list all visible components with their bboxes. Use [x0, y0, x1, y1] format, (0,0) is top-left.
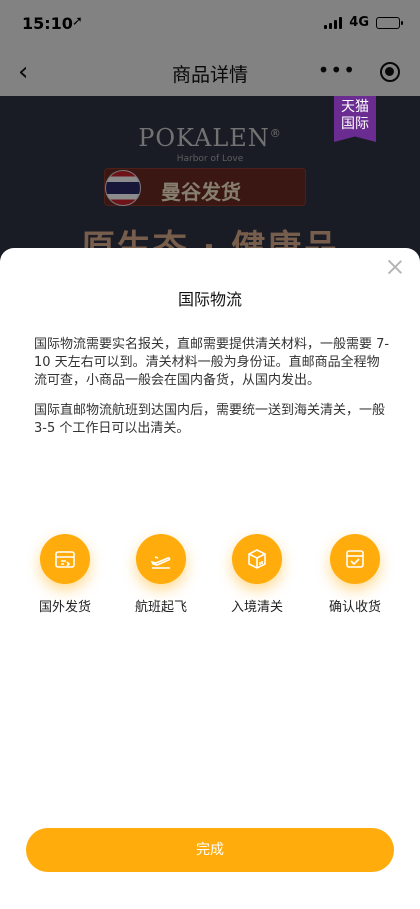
shipping-box-icon [40, 534, 90, 584]
tmall-global-badge: 天猫 国际 [334, 96, 376, 142]
sheet-title: 国际物流 [177, 290, 242, 309]
logistics-description: 国际物流需要实名报关，直邮需要提供清关材料，一般需要 7-10 天左右可以到。清… [34, 337, 390, 388]
step-overseas-shipping: 国外发货 [20, 534, 110, 615]
logistics-steps: 国外发货 航班起飞 入境清关 确认收货 [0, 534, 420, 624]
receive-box-icon [330, 534, 380, 584]
customs-description: 国际直邮物流航班到达国内后，需要统一送到海关清关，一般 3-5 个工作日可以出清… [34, 403, 386, 436]
step-customs-clearance: 入境清关 [212, 534, 302, 615]
close-icon[interactable] [386, 258, 404, 276]
done-button[interactable]: 完成 [26, 828, 394, 872]
customs-box-icon [232, 534, 282, 584]
airplane-takeoff-icon [136, 534, 186, 584]
step-label: 航班起飞 [134, 600, 187, 615]
logistics-sheet: 国际物流 国际物流需要实名报关，直邮需要提供清关材料，一般需要 7-10 天左右… [0, 248, 420, 909]
step-label: 入境清关 [230, 600, 283, 615]
step-confirm-receipt: 确认收货 [310, 534, 400, 615]
step-label: 国外发货 [38, 600, 91, 615]
step-flight-takeoff: 航班起飞 [116, 534, 206, 615]
step-label: 确认收货 [328, 600, 381, 615]
